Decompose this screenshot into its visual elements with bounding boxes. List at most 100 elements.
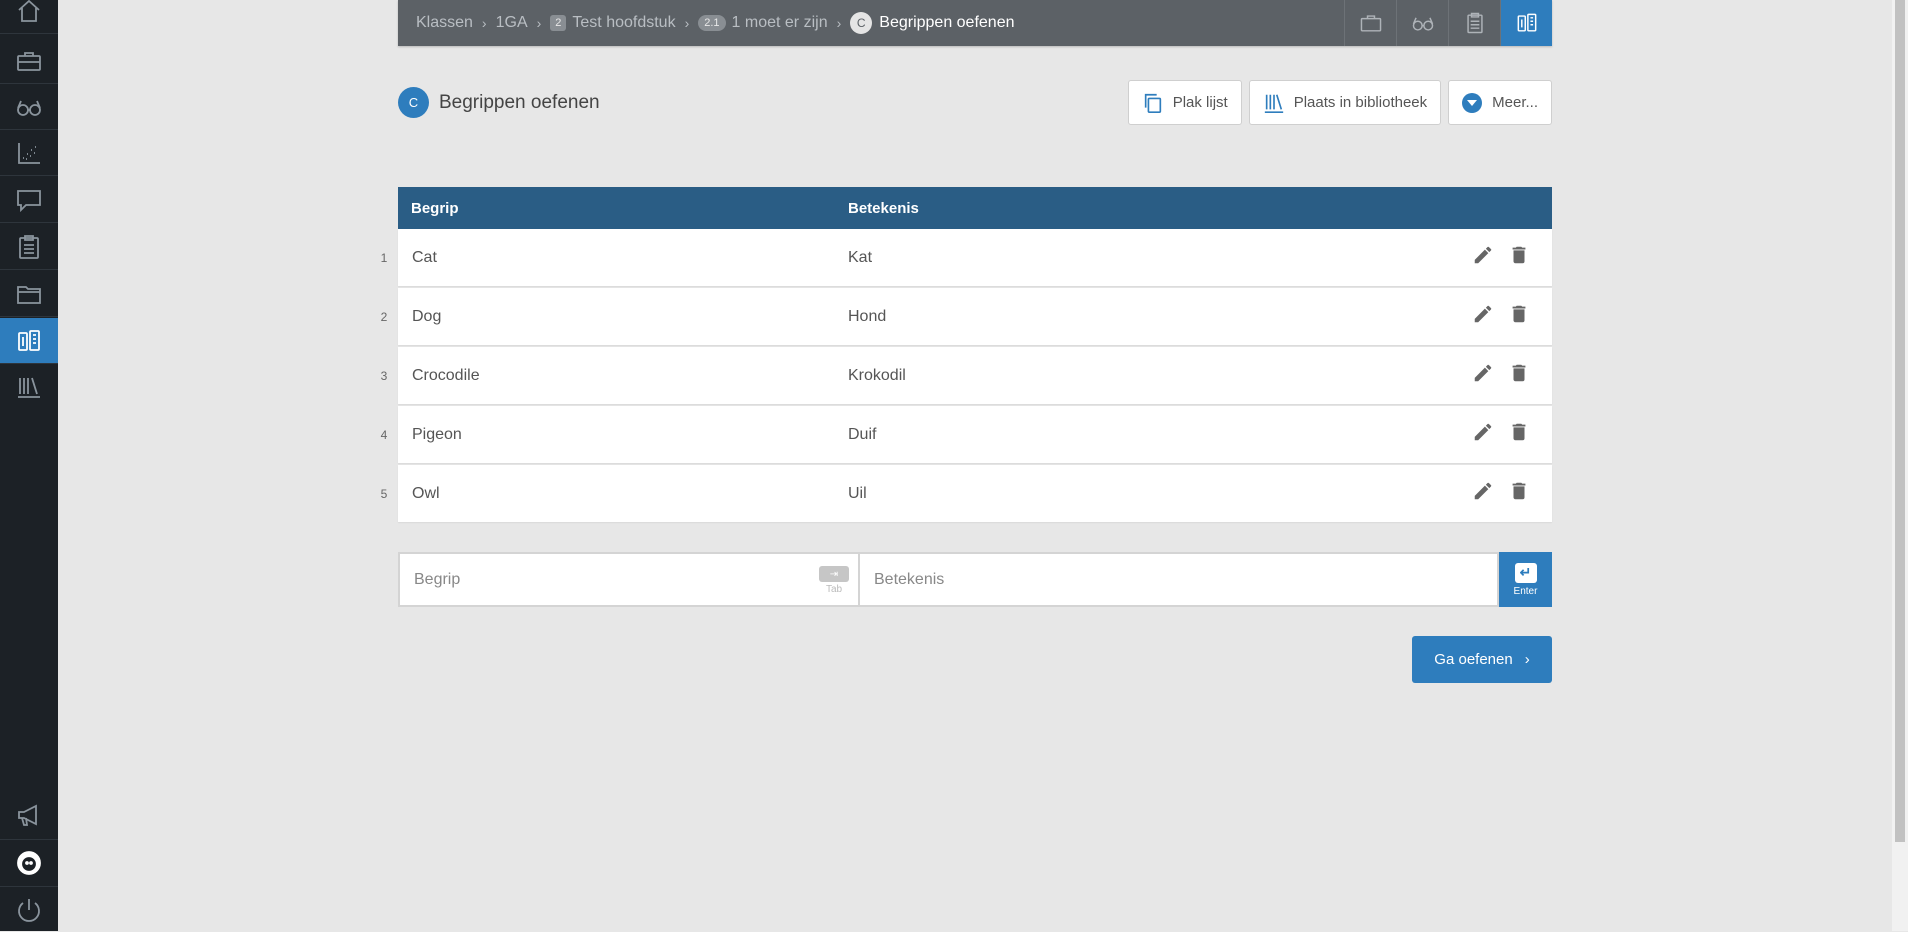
start-practice-label: Ga oefenen (1434, 651, 1513, 668)
folder-icon (17, 285, 41, 304)
megaphone-icon (18, 804, 37, 826)
pencil-icon (1474, 482, 1492, 500)
breadcrumb-item-class[interactable]: 1GA (496, 14, 528, 32)
topbar-briefcase-button[interactable] (1344, 0, 1396, 46)
sidebar-item-logout[interactable] (0, 886, 58, 932)
pencil-icon (1474, 423, 1492, 441)
start-practice-button[interactable]: Ga oefenen › (1412, 636, 1552, 683)
row-number: 3 (380, 368, 388, 383)
trash-icon (1512, 305, 1526, 323)
meaning-input-placeholder: Betekenis (874, 570, 945, 588)
term-input[interactable]: Begrip ⇥ Tab (398, 552, 860, 607)
sidebar-item-messages[interactable] (0, 177, 58, 223)
edit-button[interactable] (1472, 303, 1494, 330)
row-number: 1 (380, 250, 388, 265)
sidebar-item-announcements[interactable] (0, 792, 58, 838)
column-header-term: Begrip (411, 199, 459, 217)
chevron-right-icon: › (481, 15, 487, 31)
breadcrumb-label: Klassen (416, 14, 473, 31)
sidebar-item-files[interactable] (0, 271, 58, 317)
meaning-cell: Hond (848, 307, 887, 325)
topbar-clipboard-button[interactable] (1448, 0, 1500, 46)
sidebar-item-home[interactable] (0, 0, 58, 34)
sidebar-item-results[interactable] (0, 130, 58, 176)
meaning-cell: Kat (848, 248, 873, 266)
sidebar-item-review[interactable] (0, 84, 58, 130)
enter-button[interactable]: ↵ Enter (1499, 552, 1552, 607)
row-number: 4 (380, 427, 388, 442)
chevron-right-icon: › (1524, 651, 1530, 668)
edit-button[interactable] (1472, 421, 1494, 448)
clipboard-icon (19, 234, 39, 259)
pencil-icon (1474, 246, 1492, 264)
topbar-flashcards-button[interactable] (1500, 0, 1552, 46)
more-button[interactable]: Meer... (1448, 80, 1552, 125)
topbar-glasses-button[interactable] (1396, 0, 1448, 46)
current-badge: C (850, 12, 873, 34)
meaning-input[interactable]: Betekenis (860, 552, 1499, 607)
page-scrollbar[interactable] (1892, 0, 1908, 931)
breadcrumb-item-section[interactable]: 2.1 1 moet er zijn (698, 14, 828, 32)
meaning-cell: Krokodil (848, 366, 906, 384)
chapter-badge: 2 (550, 15, 567, 31)
delete-button[interactable] (1508, 480, 1530, 507)
scrollbar-thumb[interactable] (1895, 0, 1905, 842)
copy-icon (1144, 93, 1161, 113)
clipboard-icon (1466, 12, 1483, 34)
delete-button[interactable] (1508, 362, 1530, 389)
breadcrumb-item-chapter[interactable]: 2 Test hoofdstuk (550, 14, 676, 32)
flashcards-icon (1517, 13, 1536, 32)
sidebar-item-tasks[interactable] (0, 224, 58, 270)
more-label: Meer... (1492, 94, 1538, 111)
delete-button[interactable] (1508, 421, 1530, 448)
delete-button[interactable] (1508, 303, 1530, 330)
sidebar-item-profile[interactable] (0, 839, 58, 885)
meaning-cell: Uil (848, 484, 867, 502)
edit-button[interactable] (1472, 244, 1494, 271)
chevron-right-icon: › (536, 15, 542, 31)
table-row: 5 Owl Uil (381, 465, 1552, 522)
briefcase-icon (1360, 15, 1381, 32)
sidebar-item-flashcards[interactable] (0, 318, 58, 364)
chevron-right-icon: › (836, 15, 842, 31)
pencil-icon (1474, 364, 1492, 382)
row-number: 2 (380, 309, 388, 324)
edit-button[interactable] (1472, 362, 1494, 389)
briefcase-icon (17, 51, 41, 71)
breadcrumb: Klassen › 1GA › 2 Test hoofdstuk › 2.1 1 m… (398, 12, 1344, 34)
breadcrumb-label: 1GA (495, 14, 528, 31)
breadcrumb-label: Begrippen oefenen (879, 14, 1015, 31)
page-title: C Begrippen oefenen (398, 87, 600, 118)
tab-key-icon: ⇥ (819, 566, 849, 582)
library-button[interactable]: Plaats in bibliotheek (1248, 80, 1442, 125)
chevron-right-icon: › (684, 15, 690, 31)
sidebar-item-classes[interactable] (0, 38, 58, 84)
library-label: Plaats in bibliotheek (1293, 94, 1428, 111)
term-cell: Owl (412, 484, 440, 502)
breadcrumb-item-classes[interactable]: Klassen (416, 14, 473, 32)
delete-button[interactable] (1508, 244, 1530, 271)
table-row: 4 Pigeon Duif (381, 406, 1552, 463)
topbar-tools (1344, 0, 1552, 46)
term-cell: Pigeon (412, 425, 462, 443)
tab-key-hint: ⇥ Tab (819, 566, 849, 595)
enter-label: Enter (1513, 585, 1538, 597)
page-title-text: Begrippen oefenen (439, 91, 600, 113)
terms-table: Begrip Betekenis 1 Cat Kat 2 Dog Hond 3 Crocodi… (381, 187, 1552, 524)
table-header: Begrip Betekenis (398, 187, 1552, 229)
glasses-icon (17, 100, 41, 116)
pencil-icon (1474, 305, 1492, 323)
flashcards-icon (18, 329, 40, 351)
term-cell: Crocodile (412, 366, 480, 384)
row-actions (1472, 362, 1552, 389)
breadcrumb-item-current: C Begrippen oefenen (850, 12, 1015, 34)
paste-list-button[interactable]: Plak lijst (1127, 80, 1242, 125)
column-header-meaning: Betekenis (848, 199, 919, 217)
edit-button[interactable] (1472, 480, 1494, 507)
glasses-icon (1412, 17, 1433, 31)
tab-key-label: Tab (825, 584, 843, 595)
sidebar-item-library[interactable] (0, 364, 58, 410)
trash-icon (1512, 364, 1526, 382)
actions-bar: Plak lijst Plaats in bibliotheek Meer... (1127, 80, 1552, 125)
table-row: 2 Dog Hond (381, 288, 1552, 345)
